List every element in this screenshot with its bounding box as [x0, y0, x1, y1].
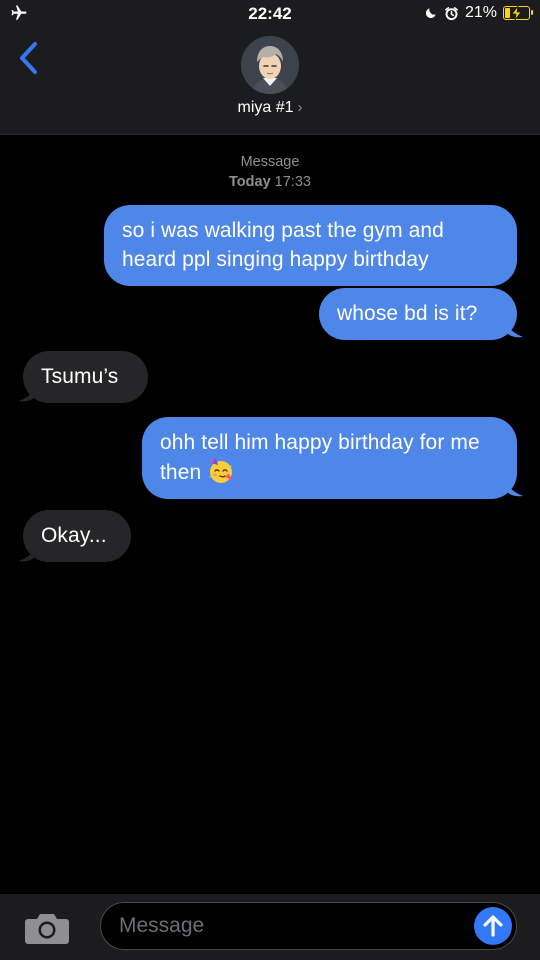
- received-message[interactable]: Okay...: [23, 510, 131, 562]
- bubble-tail: [19, 383, 35, 402]
- time-label: 17:33: [274, 174, 311, 190]
- battery-fill: [505, 8, 510, 18]
- status-bar: 22:42 21%: [0, 0, 540, 30]
- bubble-tail: [507, 478, 523, 497]
- chevron-right-icon: ›: [297, 99, 303, 116]
- status-right-group: 21%: [424, 4, 533, 22]
- sent-message[interactable]: so i was walking past the gym and heard …: [104, 205, 517, 286]
- thread-timestamp: Message Today 17:33: [0, 152, 540, 192]
- contact-avatar[interactable]: [241, 36, 299, 94]
- battery-charging-icon: [503, 6, 533, 20]
- day-label: Today: [229, 174, 271, 190]
- partying-face-emoji: [209, 458, 233, 483]
- send-button[interactable]: [474, 907, 512, 945]
- message-text: Okay...: [41, 524, 107, 547]
- battery-percent: 21%: [464, 4, 497, 21]
- arrow-up-icon: [483, 915, 503, 937]
- bolt-icon: [511, 6, 522, 20]
- sent-message[interactable]: ohh tell him happy birthday for me then: [142, 417, 517, 499]
- message-text: Tsumu’s: [41, 365, 119, 388]
- contact-name-link[interactable]: miya #1 ›: [0, 99, 540, 117]
- avatar-image: [241, 36, 299, 94]
- message-input-field[interactable]: [100, 902, 517, 950]
- message-thread[interactable]: Message Today 17:33 so i was walking pas…: [0, 136, 540, 894]
- service-label: Message: [240, 154, 300, 170]
- received-message[interactable]: Tsumu’s: [23, 351, 148, 403]
- bubble-tail: [19, 543, 35, 562]
- conversation-header: 22:42 21% miya #1 ›: [0, 0, 540, 135]
- message-input[interactable]: [119, 903, 449, 949]
- message-text: so i was walking past the gym and heard …: [122, 219, 444, 271]
- contact-name: miya #1: [237, 99, 294, 116]
- alarm-icon: [445, 6, 458, 20]
- camera-icon[interactable]: [24, 911, 70, 945]
- message-text: whose bd is it?: [337, 302, 478, 325]
- composer-bar: [0, 894, 540, 960]
- bubble-tail: [507, 319, 523, 338]
- chevron-left-icon[interactable]: [14, 40, 44, 76]
- moon-icon: [425, 8, 436, 19]
- messages-screen: 22:42 21% miya #1 › Message Today 17:33 …: [0, 0, 540, 960]
- sent-message[interactable]: whose bd is it?: [319, 288, 517, 340]
